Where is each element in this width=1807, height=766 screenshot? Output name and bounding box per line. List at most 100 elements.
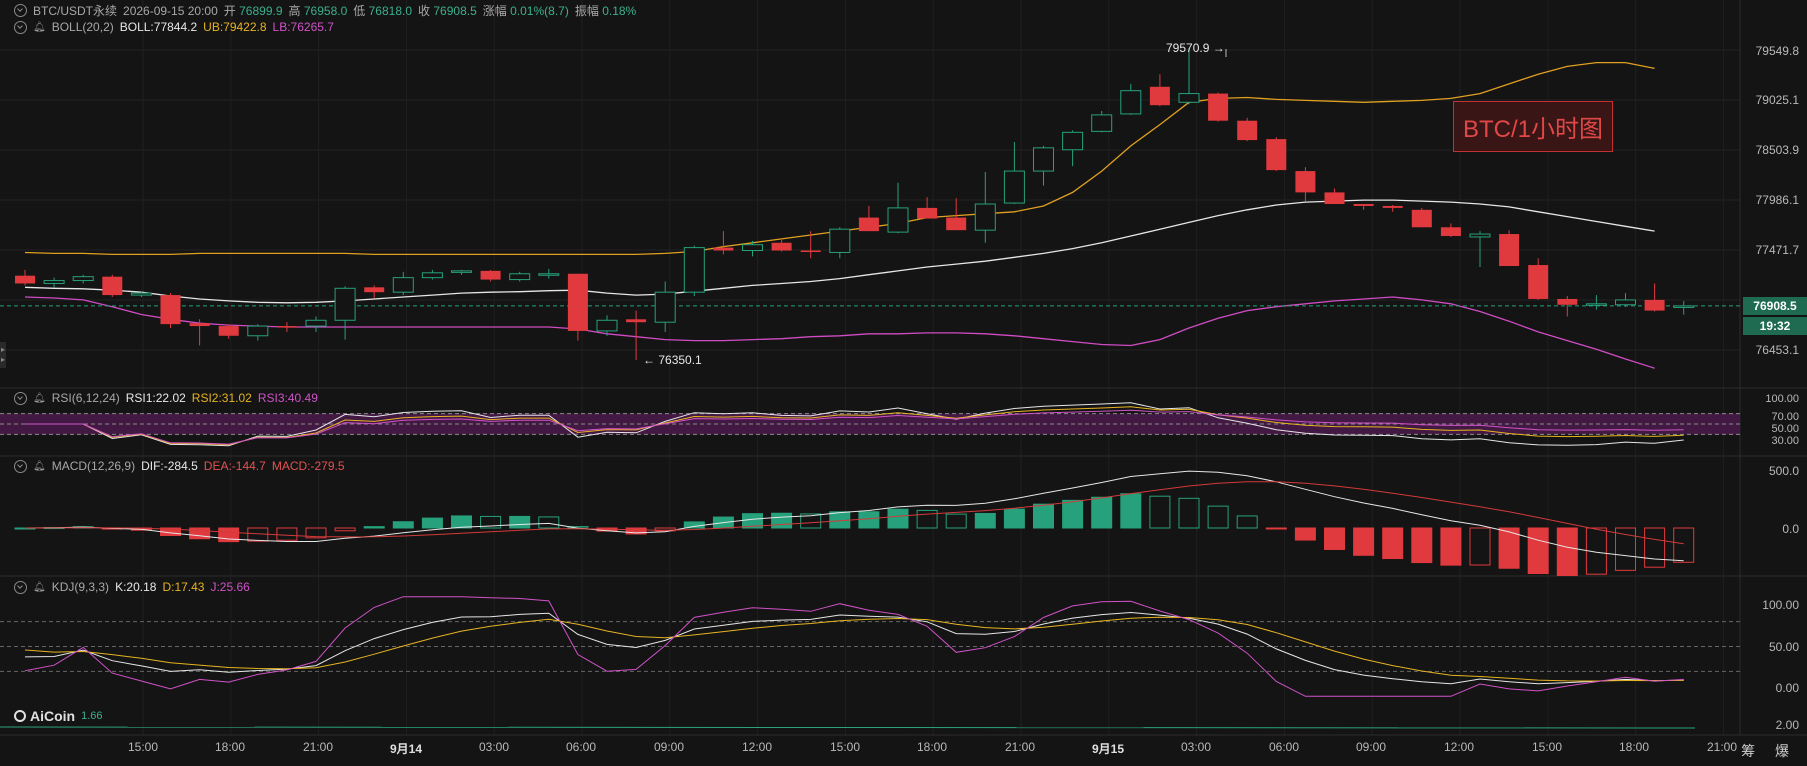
candle-body <box>626 319 647 323</box>
collapse-icon[interactable] <box>14 459 27 473</box>
candle-body <box>421 272 443 279</box>
macd-name: MACD(12,26,9) <box>51 459 136 473</box>
price-axis-label: 76453.1 <box>1755 343 1799 357</box>
candle-body <box>1266 139 1287 171</box>
rsi2-value: RSI2:31.02 <box>191 391 252 405</box>
candle-body <box>1324 192 1345 205</box>
time-tick: 06:00 <box>1268 740 1300 754</box>
kdj-name: KDJ(9,3,3) <box>51 580 110 594</box>
candle-body <box>392 277 414 293</box>
candle-body <box>1411 209 1432 228</box>
candle-body <box>1644 299 1665 311</box>
candle-body <box>1382 205 1403 208</box>
candle-body <box>509 273 531 281</box>
candle-body <box>1353 204 1374 206</box>
macd-legend: 🔔︎ MACD(12,26,9) DIF:-284.5 DEA:-144.7 M… <box>14 459 345 473</box>
candle-body <box>218 326 239 336</box>
collapse-icon[interactable] <box>14 20 27 34</box>
symbol-header: BTC/USDT永续 2026-09-15 20:00 开 76899.9 高 … <box>14 2 636 19</box>
low-label: 低 <box>353 4 366 18</box>
candle-body <box>917 207 938 219</box>
macd-histogram-bar <box>1527 527 1549 575</box>
price-axis-label: 79025.1 <box>1755 93 1799 107</box>
candle-body <box>1440 227 1461 236</box>
kdj-axis-label: 100.00 <box>1762 598 1799 612</box>
boll-lower-line <box>24 296 1655 369</box>
macd-histogram-bar <box>1353 527 1375 556</box>
candle-body <box>189 323 210 327</box>
macd-histogram-bar <box>1411 527 1433 564</box>
rsi-axis-label: 30.00 <box>1771 435 1799 447</box>
kdj-legend: 🔔︎ KDJ(9,3,3) K:20.18 D:17.43 J:25.66 <box>14 580 250 594</box>
time-tick: 06:00 <box>565 740 597 754</box>
time-tick: 18:00 <box>916 740 948 754</box>
price-axis-label: 78503.9 <box>1755 143 1799 157</box>
macd-histogram-bar <box>421 517 443 529</box>
macd-dif-line <box>24 470 1684 562</box>
rsi-axis-label: 50.00 <box>1771 423 1799 435</box>
candle-body <box>1208 93 1229 121</box>
logo-sub-value: 1.66 <box>81 710 103 722</box>
candle-body <box>742 244 763 252</box>
candle-body <box>43 280 65 284</box>
candle-datetime: 2026-09-15 20:00 <box>123 3 218 18</box>
collapse-icon[interactable] <box>14 391 27 405</box>
k-value: K:20.18 <box>115 580 157 594</box>
time-tick: 21:00 <box>1004 740 1036 754</box>
candle-body <box>1615 299 1636 306</box>
open-label: 开 <box>223 4 236 18</box>
macd-histogram-bar <box>276 527 298 541</box>
candle-body <box>713 247 734 251</box>
candle-body <box>567 273 588 331</box>
bell-icon[interactable]: 🔔︎ <box>33 461 46 472</box>
high-value: 76958.0 <box>303 4 348 18</box>
bell-icon[interactable]: 🔔︎ <box>33 22 46 33</box>
candle-body <box>451 270 472 273</box>
d-value: D:17.43 <box>162 580 205 594</box>
candle-body <box>1178 93 1200 103</box>
collapse-icon[interactable] <box>14 4 27 17</box>
boll-lb-value: LB:76265.7 <box>272 20 334 34</box>
kdj-axis-label: 2.00 <box>1775 718 1799 732</box>
symbol-name: BTC/USDT永续 <box>33 4 118 18</box>
macd-histogram-bar <box>1265 527 1287 530</box>
collapse-icon[interactable] <box>14 580 27 594</box>
candle-body <box>1469 233 1491 238</box>
price-axis-label: 77986.1 <box>1755 193 1799 207</box>
left-expand-handle[interactable]: ▸ <box>0 352 6 368</box>
bell-icon[interactable]: 🔔︎ <box>33 393 46 404</box>
macd-histogram-bar <box>1382 527 1404 560</box>
time-tick: 03:00 <box>1180 740 1212 754</box>
macd-histogram-bar <box>451 515 472 529</box>
rsi1-value: RSI1:22.02 <box>125 391 186 405</box>
dif-value: DIF:-284.5 <box>141 459 198 473</box>
candle-body <box>1295 171 1316 193</box>
candle-body <box>1557 298 1578 305</box>
macd-histogram-bar <box>1556 527 1578 576</box>
aicoin-logo: AiCoin 1.66 <box>14 708 103 724</box>
macd-histogram-bar <box>974 512 996 529</box>
candle-body <box>1499 234 1520 267</box>
macd-histogram-bar <box>916 509 938 529</box>
time-tick: 12:00 <box>1443 740 1475 754</box>
time-tick: 15:00 <box>127 740 159 754</box>
macd-histogram-bar <box>189 527 211 540</box>
macd-histogram-bar <box>334 527 356 532</box>
macd-histogram-bar <box>1207 505 1229 529</box>
corner-menu-text[interactable]: 筹 爆 <box>1741 741 1797 761</box>
chart-title-box: BTC/1小时图 <box>1453 101 1613 152</box>
time-tick: 21:00 <box>1706 740 1738 754</box>
macd-histogram-bar <box>1149 495 1171 529</box>
candle-body <box>247 325 269 337</box>
candle-body <box>1585 303 1607 306</box>
candle-body <box>480 270 501 280</box>
candle-body <box>1673 305 1695 308</box>
kdj-axis-label: 50.00 <box>1768 640 1799 654</box>
macd-histogram-bar <box>771 512 793 529</box>
time-tick: 18:00 <box>1618 740 1650 754</box>
time-tick: 18:00 <box>214 740 246 754</box>
bell-icon[interactable]: 🔔︎ <box>33 582 46 593</box>
candle-body <box>130 292 152 296</box>
candle-body <box>15 275 35 284</box>
low-value: 76818.0 <box>368 4 413 18</box>
